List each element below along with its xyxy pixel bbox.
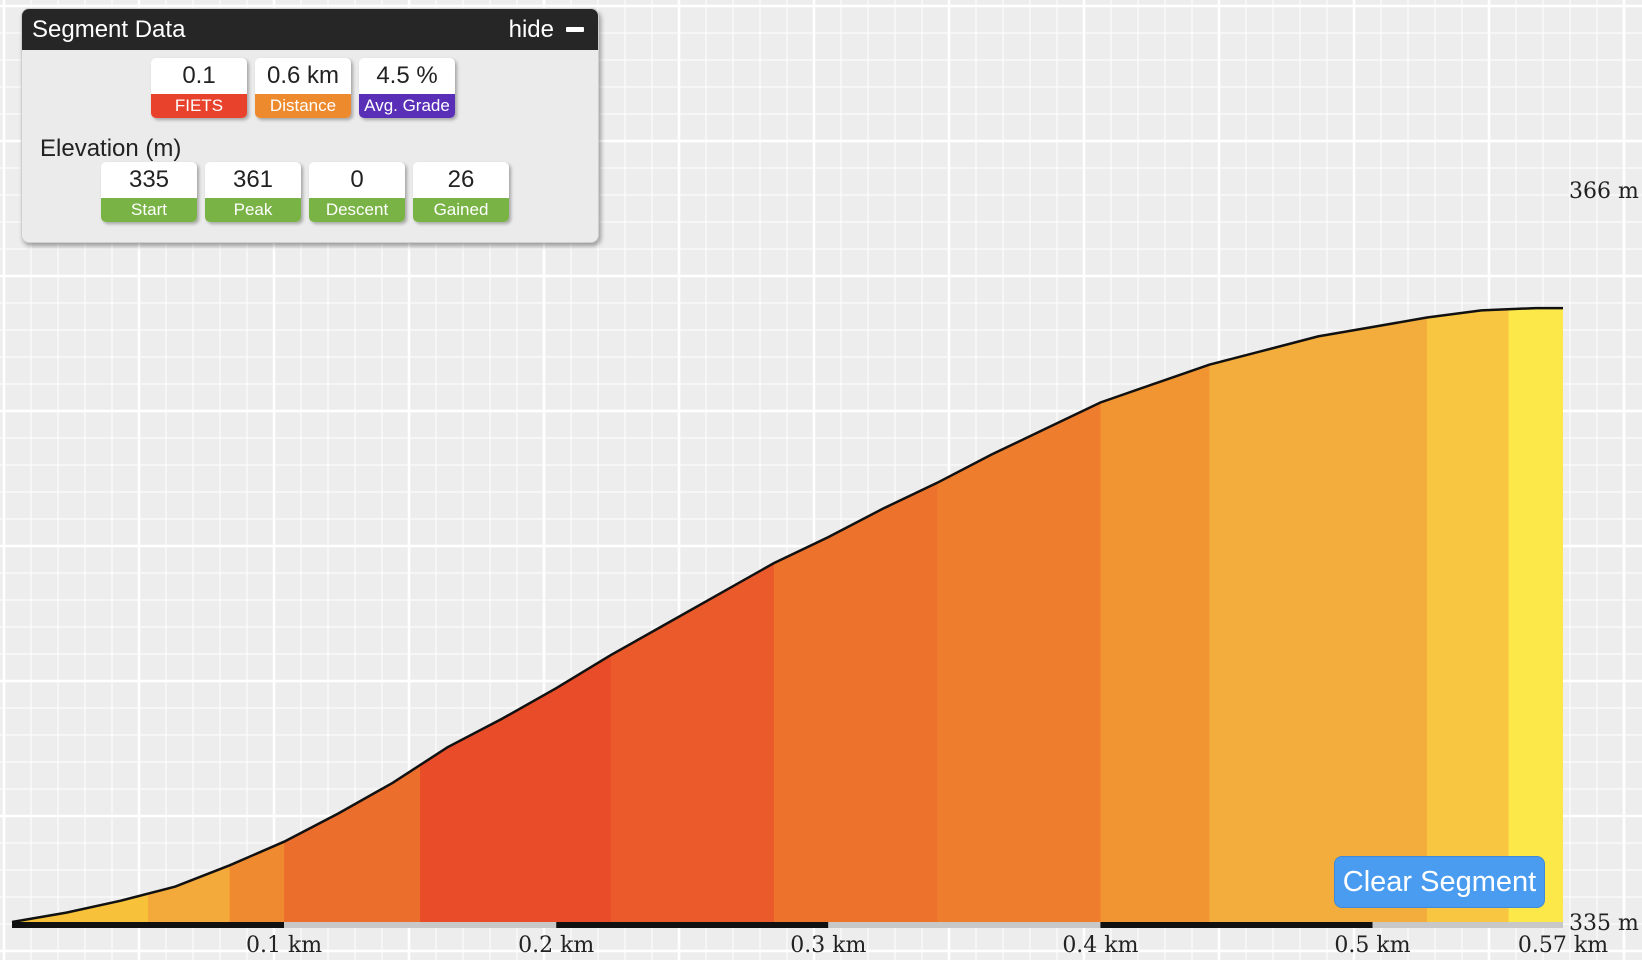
grade-band — [1508, 308, 1563, 922]
clear-segment-button[interactable]: Clear Segment — [1334, 856, 1545, 908]
scale-bar-segment — [556, 922, 829, 928]
hide-label: hide — [508, 15, 554, 43]
grade-band — [937, 308, 1102, 922]
grade-band — [610, 308, 775, 922]
segment-stats: 0.1 FIETS 0.6 km Distance 4.5 % Avg. Gra… — [151, 58, 455, 118]
scale-bar-segment — [1100, 922, 1373, 928]
stat-distance: 0.6 km Distance — [255, 58, 351, 118]
stat-value: 0.6 km — [266, 62, 340, 89]
scale-bar-segment — [1372, 922, 1563, 928]
stat-label: Start — [101, 198, 197, 222]
stat-value: 335 — [128, 166, 170, 193]
panel-header: Segment Data hide — [22, 9, 598, 50]
stat-value: 4.5 % — [376, 62, 438, 89]
x-tick-label: 0.2 km — [518, 933, 594, 958]
stat-label: Avg. Grade — [359, 94, 455, 118]
elevation-title: Elevation (m) — [40, 135, 182, 162]
x-tick-label: 0.57 km — [1518, 933, 1608, 958]
x-axis-labels: 0.1 km 0.2 km 0.3 km 0.4 km 0.5 km 0.57 km — [246, 933, 1608, 958]
elevation-stats: 335 Start 361 Peak 0 Descent 26 Gained — [101, 162, 509, 222]
stat-gained: 26 Gained — [413, 162, 509, 222]
x-tick-label: 0.5 km — [1334, 933, 1410, 958]
x-tick-label: 0.4 km — [1062, 933, 1138, 958]
distance-scale-bar — [12, 922, 1563, 928]
x-tick-label: 0.3 km — [790, 933, 866, 958]
stat-fiets: 0.1 FIETS — [151, 58, 247, 118]
y-axis-labels: 366 m 335 m — [1569, 179, 1639, 936]
segment-data-panel: Segment Data hide 0.1 FIETS 0.6 km Dista… — [21, 8, 599, 243]
grade-band — [1209, 308, 1428, 922]
scale-bar-segment — [828, 922, 1101, 928]
stat-label: Peak — [205, 198, 301, 222]
scale-bar-segment — [284, 922, 557, 928]
stat-peak: 361 Peak — [205, 162, 301, 222]
stat-value: 0.1 — [182, 62, 216, 89]
grade-band — [773, 308, 938, 922]
y-tick-label: 366 m — [1569, 179, 1639, 204]
stat-value: 26 — [447, 166, 475, 193]
stat-descent: 0 Descent — [309, 162, 405, 222]
stat-label: Distance — [255, 94, 351, 118]
stat-start: 335 Start — [101, 162, 197, 222]
stat-value: 361 — [232, 166, 274, 193]
stat-label: FIETS — [151, 94, 247, 118]
x-tick-label: 0.1 km — [246, 933, 322, 958]
grade-band — [1100, 308, 1210, 922]
stat-label: Descent — [309, 198, 405, 222]
minus-icon — [566, 27, 584, 32]
stat-label: Gained — [413, 198, 509, 222]
panel-title: Segment Data — [32, 15, 186, 43]
scale-bar-segment — [12, 922, 285, 928]
stat-value: 0 — [350, 166, 364, 193]
hide-button[interactable]: hide — [509, 16, 584, 44]
grade-band — [1426, 308, 1510, 922]
stat-avg-grade: 4.5 % Avg. Grade — [359, 58, 455, 118]
y-tick-label: 335 m — [1569, 911, 1639, 936]
